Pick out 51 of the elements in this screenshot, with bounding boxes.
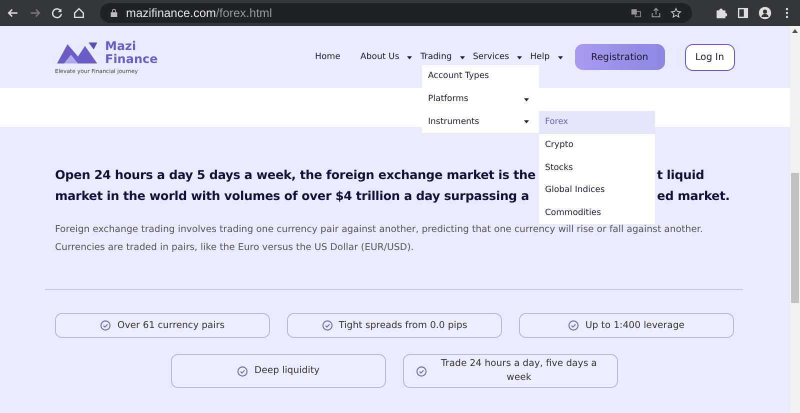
heading-text: ed market. (657, 188, 730, 205)
menu-item[interactable]: Commodities (539, 202, 655, 224)
registration-button[interactable]: Registration (574, 44, 665, 70)
reload-icon[interactable] (50, 6, 64, 20)
heading-text: market in the world with volumes of over $4 trillion a day surpassing a (55, 188, 530, 205)
feature-text: Trade 24 hours a day, five days a week (440, 357, 598, 385)
nav-link[interactable]: Services (472, 52, 510, 62)
star-icon[interactable] (670, 7, 682, 19)
menu-item[interactable]: Instruments (428, 116, 480, 127)
menu-item[interactable]: Global Indices (539, 179, 655, 202)
check-circle-icon (568, 320, 580, 331)
check-circle-icon (322, 320, 333, 331)
lock-icon (110, 8, 118, 18)
feature-text: Up to 1:400 leverage (585, 318, 685, 332)
nav-link[interactable]: Home (315, 52, 340, 62)
home-icon[interactable] (72, 6, 86, 20)
url-text: mazifinance.com/forex.html (126, 6, 272, 20)
caret-icon[interactable] (460, 54, 465, 60)
nav-link[interactable]: Help (530, 52, 550, 62)
forward-icon[interactable] (28, 6, 42, 20)
caret-icon[interactable] (517, 54, 522, 60)
back-icon[interactable] (6, 6, 20, 20)
login-button[interactable]: Log In (684, 44, 735, 70)
logo-text: Mazi (105, 40, 138, 53)
menu-item[interactable]: Crypto (539, 134, 655, 156)
caret-icon[interactable] (407, 54, 412, 60)
heading-text: Open 24 hours a day 5 days a week, the foreign exchange market is the (55, 167, 537, 184)
feature-text: Deep liquidity (254, 364, 320, 378)
intro-paragraph: Foreign exchange trading involves trading one currency pair against another, predicting that one currency will rise or fall against another. Currencies are traded in pairs, like the Euro versus the US Dollar (EUR/USD). (55, 223, 704, 255)
nav-link[interactable]: Trading (420, 52, 452, 62)
menu-item[interactable]: Platforms (428, 94, 468, 104)
sidebar-icon[interactable] (736, 6, 750, 20)
check-circle-icon (237, 366, 248, 376)
scrollbar-thumb[interactable] (791, 173, 799, 303)
share-icon[interactable] (650, 7, 662, 19)
address-bar[interactable]: mazifinance.com/forex.html (100, 3, 692, 23)
check-circle-icon (100, 320, 112, 331)
logo-text: Finance (105, 53, 158, 66)
translate-icon[interactable] (630, 7, 642, 19)
check-circle-icon (416, 366, 427, 376)
puzzle-icon[interactable] (714, 6, 728, 20)
profile-icon[interactable] (758, 6, 772, 20)
caret-icon[interactable] (558, 54, 563, 60)
menu-item[interactable]: Forex (539, 111, 655, 134)
feature-text: Tight spreads from 0.0 pips (338, 318, 468, 332)
menu-item[interactable]: Stocks (539, 156, 655, 180)
feature-text: Over 61 currency pairs (117, 318, 225, 332)
scroll-up-icon[interactable] (792, 29, 798, 33)
menu-item[interactable]: Account Types (428, 71, 489, 82)
heading-text: t liquid (657, 167, 704, 184)
nav-link[interactable]: About Us (360, 52, 400, 62)
